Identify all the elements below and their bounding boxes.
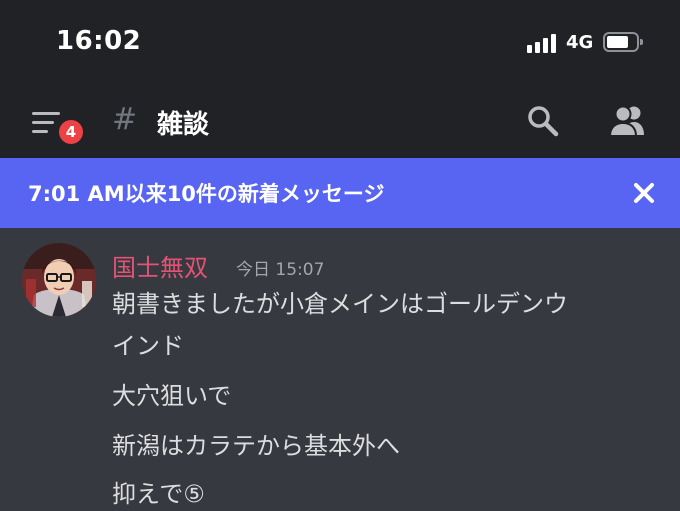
message-line: 抑えで⑤ (112, 480, 205, 508)
new-messages-text[interactable]: 7:01 AM以来10件の新着メッセージ (28, 178, 385, 208)
search-icon[interactable] (526, 104, 560, 138)
message-author[interactable]: 国士無双 (112, 248, 208, 283)
new-messages-banner[interactable]: 7:01 AM以来10件の新着メッセージ (0, 158, 680, 228)
battery-icon (603, 32, 643, 52)
message-line: 朝書きましたが小倉メインはゴールデンウ (112, 290, 568, 318)
avatar[interactable] (22, 243, 96, 317)
battery-level (607, 36, 628, 48)
members-icon[interactable] (606, 104, 648, 138)
network-type: 4G (566, 32, 594, 53)
signal-strength-icon (527, 33, 559, 53)
message-line: 新潟はカラテから基本外へ (112, 432, 400, 460)
notification-badge: 4 (56, 117, 86, 147)
status-time: 16:02 (56, 26, 142, 56)
message-timestamp: 今日 15:07 (236, 260, 325, 280)
channel-hash-icon: # (112, 102, 138, 137)
message-line: インド (112, 332, 184, 360)
discord-channel-screen: 16:02 4G 4 # 雑談 7:01 AM以来10件の新着メッセージ 国士無… (0, 0, 680, 511)
message-line: 大穴狙いで (112, 382, 232, 410)
channel-title[interactable]: 雑談 (157, 104, 209, 141)
close-icon[interactable] (630, 179, 658, 207)
top-bar: 16:02 4G 4 # 雑談 (0, 0, 680, 158)
